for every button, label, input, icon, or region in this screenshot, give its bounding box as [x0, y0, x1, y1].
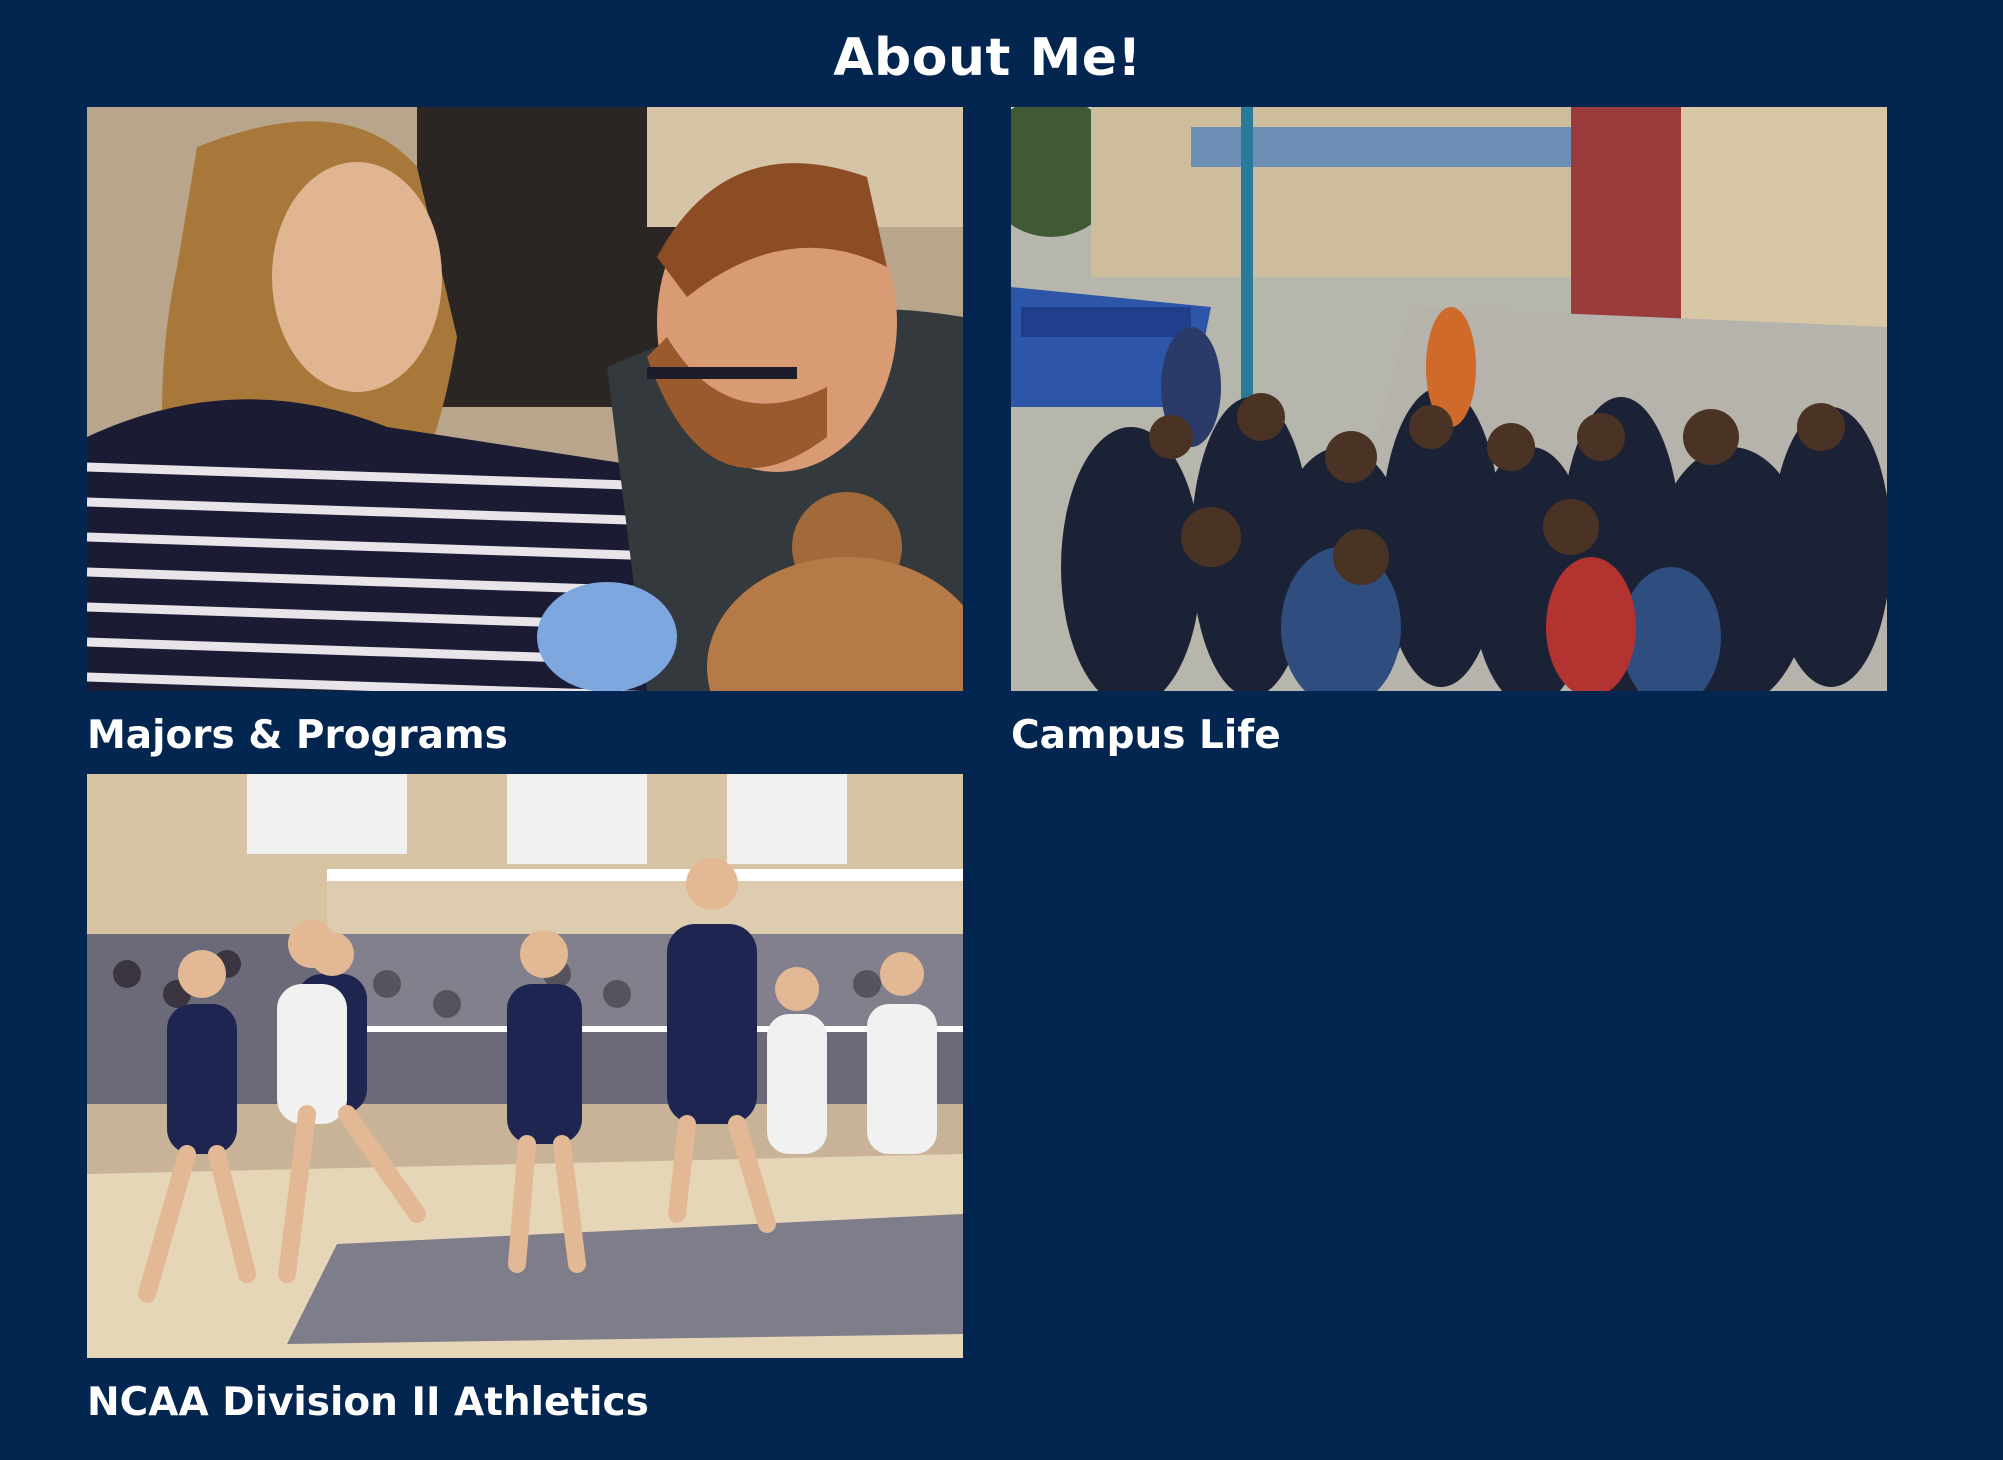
card-majors-programs[interactable]: Majors & Programs: [87, 107, 963, 759]
ncaa-athletics-photo[interactable]: [87, 774, 963, 1358]
ncaa-athletics-link[interactable]: NCAA Division II Athletics: [87, 1380, 963, 1426]
card-ncaa-athletics[interactable]: NCAA Division II Athletics: [87, 774, 963, 1426]
card-campus-life[interactable]: Campus Life: [1011, 107, 1887, 759]
majors-programs-photo[interactable]: [87, 107, 963, 691]
campus-life-photo[interactable]: [1011, 107, 1887, 691]
page-title: About Me!: [833, 28, 1142, 88]
majors-programs-link[interactable]: Majors & Programs: [87, 713, 963, 759]
campus-life-link[interactable]: Campus Life: [1011, 713, 1887, 759]
